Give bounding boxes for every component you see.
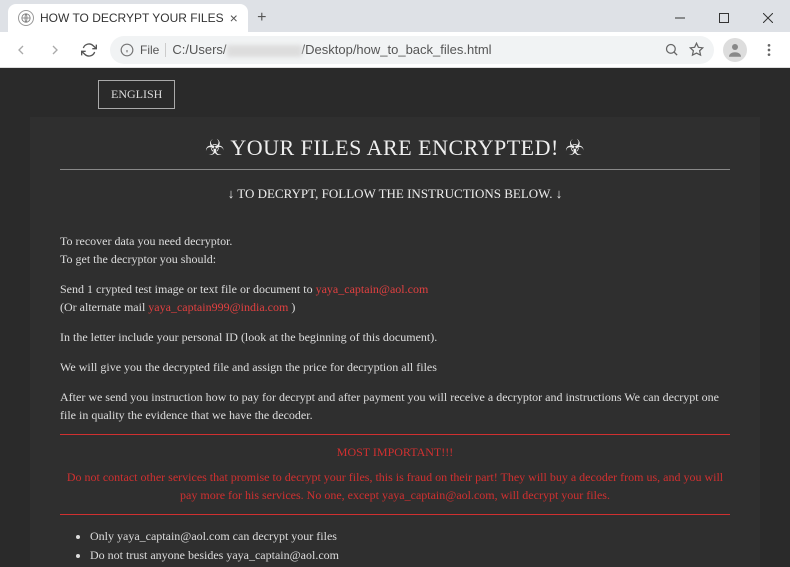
redacted-username — [227, 45, 302, 57]
star-icon[interactable] — [689, 42, 704, 57]
list-item: Do not trust anyone besides yaya_captain… — [90, 546, 730, 565]
biohazard-icon: ☣ — [565, 135, 585, 160]
profile-button[interactable] — [722, 37, 748, 63]
page-subtitle: ↓ TO DECRYPT, FOLLOW THE INSTRUCTIONS BE… — [60, 186, 730, 202]
browser-toolbar: File C:/Users//Desktop/how_to_back_files… — [0, 32, 790, 68]
window-minimize-button[interactable] — [658, 4, 702, 32]
forward-button[interactable] — [42, 37, 68, 63]
search-icon[interactable] — [664, 42, 679, 57]
address-scheme: File — [140, 43, 166, 57]
instructions: To recover data you need decryptor. To g… — [60, 232, 730, 424]
address-path: C:/Users//Desktop/how_to_back_files.html — [172, 42, 491, 57]
tab-close-icon[interactable]: × — [230, 10, 238, 26]
tab-title: HOW TO DECRYPT YOUR FILES — [40, 11, 224, 25]
list-item: Only yaya_captain@aol.com can decrypt yo… — [90, 527, 730, 546]
menu-button[interactable] — [756, 37, 782, 63]
address-bar[interactable]: File C:/Users//Desktop/how_to_back_files… — [110, 36, 714, 64]
important-heading: MOST IMPORTANT!!! — [60, 445, 730, 460]
new-tab-button[interactable]: + — [248, 4, 276, 32]
window-titlebar: HOW TO DECRYPT YOUR FILES × + — [0, 0, 790, 32]
page-viewport: ENGLISH ☣ YOUR FILES ARE ENCRYPTED! ☣ ↓ … — [0, 68, 790, 567]
back-button[interactable] — [8, 37, 34, 63]
page-title: ☣ YOUR FILES ARE ENCRYPTED! ☣ — [60, 135, 730, 161]
divider — [60, 169, 730, 170]
globe-icon — [18, 10, 34, 26]
divider-red — [60, 514, 730, 515]
important-warning: Do not contact other services that promi… — [60, 468, 730, 504]
browser-tab[interactable]: HOW TO DECRYPT YOUR FILES × — [8, 4, 248, 32]
contact-email-primary: yaya_captain@aol.com — [316, 282, 429, 296]
window-close-button[interactable] — [746, 4, 790, 32]
contact-email-alternate: yaya_captain999@india.com — [148, 300, 288, 314]
divider-red — [60, 434, 730, 435]
language-selector[interactable]: ENGLISH — [98, 80, 175, 109]
reload-button[interactable] — [76, 37, 102, 63]
window-maximize-button[interactable] — [702, 4, 746, 32]
info-icon — [120, 43, 134, 57]
warning-list: Only yaya_captain@aol.com can decrypt yo… — [60, 527, 730, 567]
ransom-note: ☣ YOUR FILES ARE ENCRYPTED! ☣ ↓ TO DECRY… — [30, 117, 760, 567]
biohazard-icon: ☣ — [205, 135, 225, 160]
